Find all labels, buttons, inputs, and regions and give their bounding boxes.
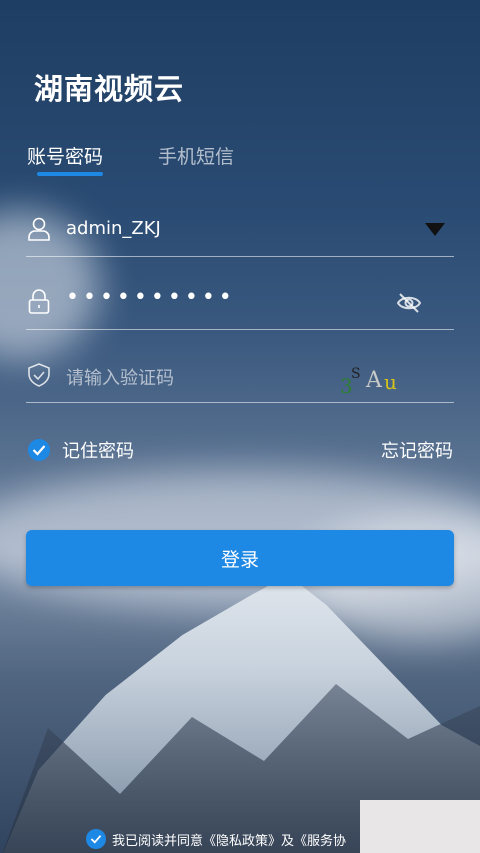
eye-off-icon[interactable]	[396, 291, 422, 315]
agreement-row: 我已阅读并同意 《隐私政策》 及 《服务协	[86, 829, 346, 849]
app-title: 湖南视频云	[34, 72, 185, 106]
forgot-password-link[interactable]: 忘记密码	[381, 437, 453, 463]
username-field[interactable]: admin_ZKJ	[26, 206, 454, 257]
remember-password-option[interactable]: 记住密码	[28, 437, 134, 463]
overlay-panel	[360, 800, 480, 853]
captcha-field[interactable]: 请输入验证码 3 S A u	[26, 352, 454, 403]
captcha-input-placeholder[interactable]: 请输入验证码	[66, 364, 174, 390]
service-agreement-link[interactable]: 《服务协	[294, 830, 346, 849]
remember-checkbox[interactable]	[28, 439, 50, 461]
captcha-image[interactable]: 3 S A u	[338, 364, 418, 398]
lock-icon	[28, 289, 50, 314]
password-value[interactable]: ••••••••••	[66, 285, 236, 310]
user-icon	[28, 217, 50, 241]
captcha-char: S	[351, 366, 361, 382]
agreement-and: 及	[281, 833, 295, 849]
username-value[interactable]: admin_ZKJ	[66, 218, 161, 239]
tab-account-password[interactable]: 账号密码	[27, 142, 103, 169]
check-icon	[90, 835, 102, 844]
active-tab-indicator	[37, 172, 103, 176]
check-icon	[32, 445, 46, 456]
password-field[interactable]: ••••••••••	[26, 279, 454, 330]
agreement-checkbox[interactable]	[86, 829, 106, 849]
privacy-policy-link[interactable]: 《隐私政策》	[203, 830, 281, 849]
tab-sms[interactable]: 手机短信	[158, 142, 234, 169]
agreement-text: 我已阅读并同意	[112, 833, 204, 849]
captcha-char: A	[366, 368, 382, 393]
login-button[interactable]: 登录	[26, 530, 454, 586]
remember-password-label: 记住密码	[62, 441, 134, 462]
chevron-down-icon[interactable]	[424, 221, 446, 237]
login-screen: 湖南视频云 账号密码 手机短信 admin_ZKJ •••••••••• 请输入…	[0, 0, 480, 853]
shield-icon	[28, 363, 50, 387]
captcha-char: u	[384, 370, 397, 394]
